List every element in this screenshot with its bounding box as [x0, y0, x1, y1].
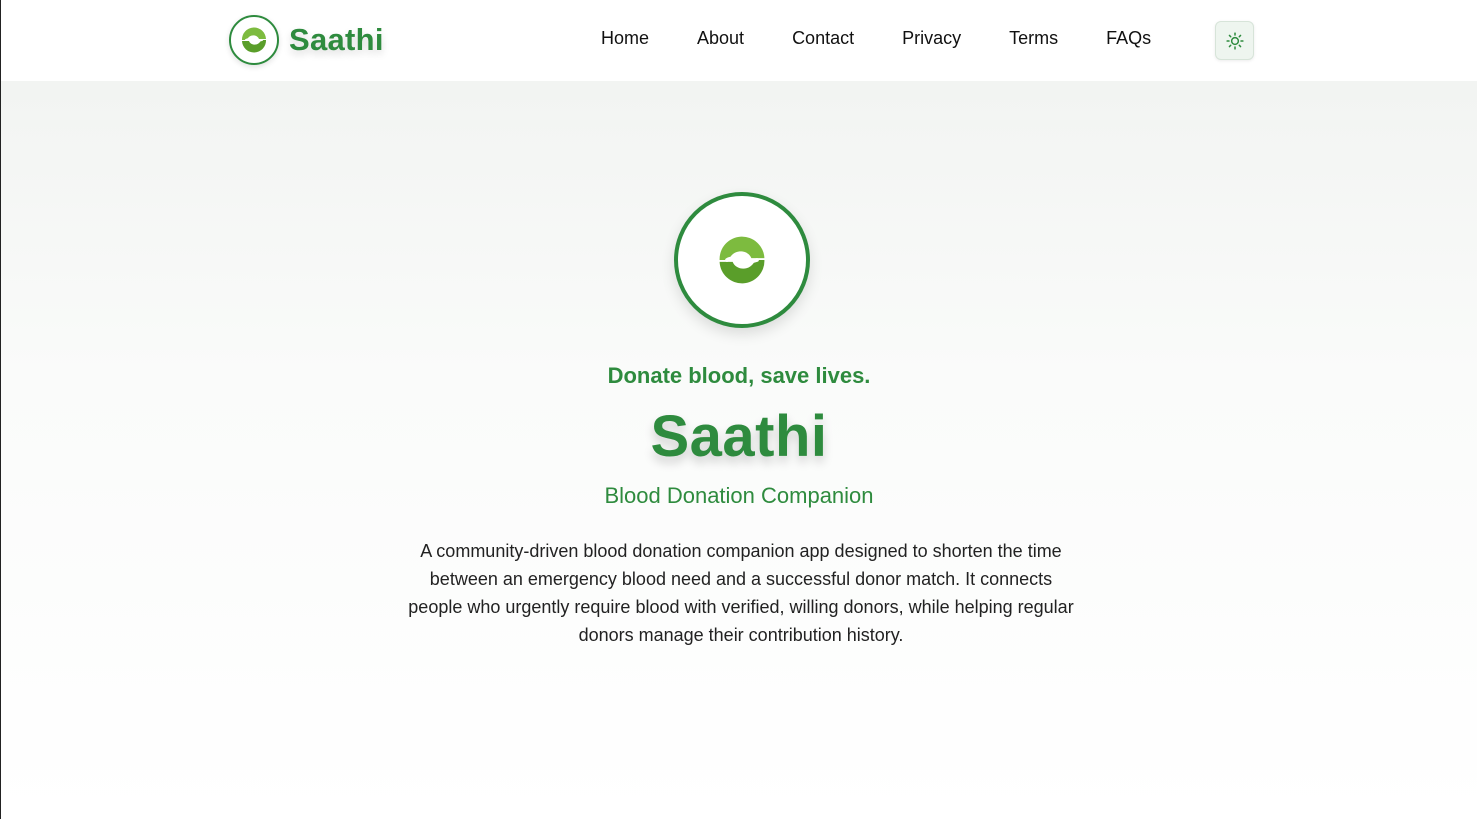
sun-icon — [1225, 31, 1244, 50]
nav-links: Home About Contact Privacy Terms FAQs — [601, 28, 1151, 49]
hero-description: A community-driven blood donation compan… — [408, 541, 1074, 645]
hero-tagline: Donate blood, save lives. — [607, 363, 871, 388]
saathi-logo-icon — [229, 15, 279, 65]
nav-link-about[interactable]: About — [697, 28, 744, 49]
nav-link-contact[interactable]: Contact — [792, 28, 854, 49]
hero-section: Donate blood, save lives. Saathi Blood D… — [1, 81, 1477, 819]
hero-subtitle: Blood Donation Companion — [604, 483, 874, 508]
hero-logo-icon — [674, 192, 810, 328]
navbar: Saathi Home About Contact Privacy Terms … — [1, 0, 1477, 81]
nav-link-home[interactable]: Home — [601, 28, 649, 49]
nav-link-terms[interactable]: Terms — [1009, 28, 1058, 49]
brand-name: Saathi — [289, 22, 384, 57]
theme-toggle-button[interactable] — [1215, 21, 1254, 60]
brand-home-link[interactable]: Saathi — [229, 15, 384, 65]
nav-link-privacy[interactable]: Privacy — [902, 28, 961, 49]
hero-title: Saathi — [650, 404, 828, 469]
nav-link-faqs[interactable]: FAQs — [1106, 28, 1151, 49]
